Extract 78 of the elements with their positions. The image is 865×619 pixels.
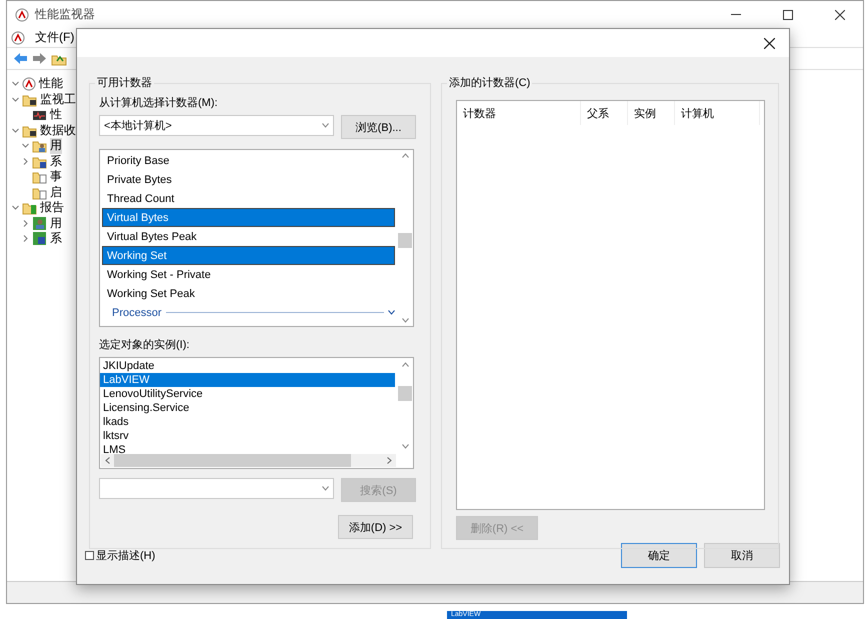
collapse-icon[interactable]: [12, 96, 18, 103]
expand-icon[interactable]: [22, 220, 28, 227]
tree-item[interactable]: 监视工: [40, 92, 76, 107]
maximize-icon[interactable]: [783, 10, 793, 20]
tree-item[interactable]: 系: [50, 231, 62, 246]
instance-item[interactable]: LMS: [100, 443, 395, 457]
search-field[interactable]: [99, 478, 334, 499]
collapse-icon[interactable]: [12, 80, 18, 88]
dropdown-caret-icon: [322, 486, 329, 491]
checkbox-label: 显示描述(H): [96, 549, 156, 563]
menu-item[interactable]: 文件(F): [31, 29, 78, 46]
tree-item[interactable]: 事: [50, 169, 62, 184]
back-icon[interactable]: [13, 52, 28, 65]
horizontal-scrollbar[interactable]: [101, 454, 396, 467]
column-header[interactable]: 计算机: [675, 101, 760, 125]
scroll-left-icon[interactable]: [105, 457, 110, 464]
gauge-icon: [15, 8, 29, 22]
counter-item[interactable]: Virtual Bytes: [102, 208, 395, 227]
counter-item[interactable]: Thread Count: [102, 189, 395, 208]
scrollbar-thumb[interactable]: [398, 233, 412, 248]
field-label: 选定对象的实例(I):: [99, 338, 190, 352]
counter-item[interactable]: Working Set: [102, 246, 395, 265]
instance-item[interactable]: lkads: [100, 415, 395, 429]
dropdown-caret-icon: [322, 123, 329, 128]
tree-item[interactable]: 性: [50, 107, 62, 122]
column-header[interactable]: 实例: [628, 101, 675, 125]
scroll-down-icon: [402, 318, 408, 323]
expand-icon[interactable]: [22, 158, 28, 165]
group-title: 添加的计数器(C): [447, 75, 532, 90]
tree-item[interactable]: 系: [50, 154, 62, 169]
counter-item[interactable]: Private Bytes: [102, 170, 395, 189]
counter-item[interactable]: Working Set - Private: [102, 265, 395, 284]
instance-item[interactable]: JKIUpdate: [100, 359, 395, 373]
expand-icon[interactable]: [22, 235, 28, 242]
instance-item[interactable]: Licensing.Service: [100, 401, 395, 415]
window-title: 性能监视器: [35, 6, 95, 23]
instance-item[interactable]: LabVIEW: [100, 373, 395, 387]
tree-item[interactable]: 数据收: [40, 122, 76, 138]
gauge-icon: [22, 76, 36, 91]
counter-item[interactable]: Working Set Peak: [102, 284, 395, 303]
collapse-icon[interactable]: [12, 204, 18, 212]
column-header[interactable]: 计数器: [457, 101, 581, 125]
group-title: 可用计数器: [95, 75, 154, 90]
browse-button[interactable]: 浏览(B)...: [341, 115, 416, 139]
scrollbar[interactable]: [397, 150, 413, 326]
computer-dropdown[interactable]: <本地计算机>: [99, 115, 334, 136]
counter-item[interactable]: Priority Base: [102, 151, 395, 170]
collapse-icon[interactable]: [12, 126, 18, 134]
gauge-icon: [11, 30, 25, 44]
scroll-up-icon: [402, 362, 408, 367]
monitor-icon: [32, 108, 47, 121]
scrollbar-thumb[interactable]: [114, 454, 351, 467]
scroll-right-icon[interactable]: [387, 457, 392, 464]
field-label: 从计算机选择计数器(M):: [99, 96, 219, 110]
scroll-down-icon: [402, 444, 408, 449]
tree-item[interactable]: 启: [50, 184, 62, 200]
add-button[interactable]: 添加(D) >>: [338, 515, 413, 539]
tree-item[interactable]: 用: [50, 216, 62, 231]
checkbox[interactable]: [85, 551, 94, 560]
instance-item[interactable]: lktsrv: [100, 429, 395, 443]
tree-item[interactable]: 报告: [40, 200, 64, 216]
column-header[interactable]: 父系: [581, 101, 628, 125]
scrollbar-thumb[interactable]: [398, 386, 412, 401]
counter-category[interactable]: Processor: [112, 306, 162, 318]
close-icon[interactable]: [764, 38, 774, 48]
cancel-button[interactable]: 取消: [704, 543, 780, 568]
tree-item[interactable]: 用: [50, 138, 62, 154]
instance-item[interactable]: LenovoUtilityService: [100, 387, 395, 401]
ok-button[interactable]: 确定: [621, 543, 697, 568]
scroll-up-icon: [402, 153, 408, 158]
report-system-icon: [32, 231, 47, 246]
tree-item[interactable]: 性能: [39, 76, 63, 92]
collapse-icon[interactable]: [22, 142, 28, 150]
expand-caret-icon: [388, 310, 395, 315]
forward-icon[interactable]: [32, 52, 47, 65]
counter-item[interactable]: Virtual Bytes Peak: [102, 227, 395, 246]
report-user-icon: [32, 216, 47, 231]
close-icon[interactable]: [835, 10, 845, 20]
